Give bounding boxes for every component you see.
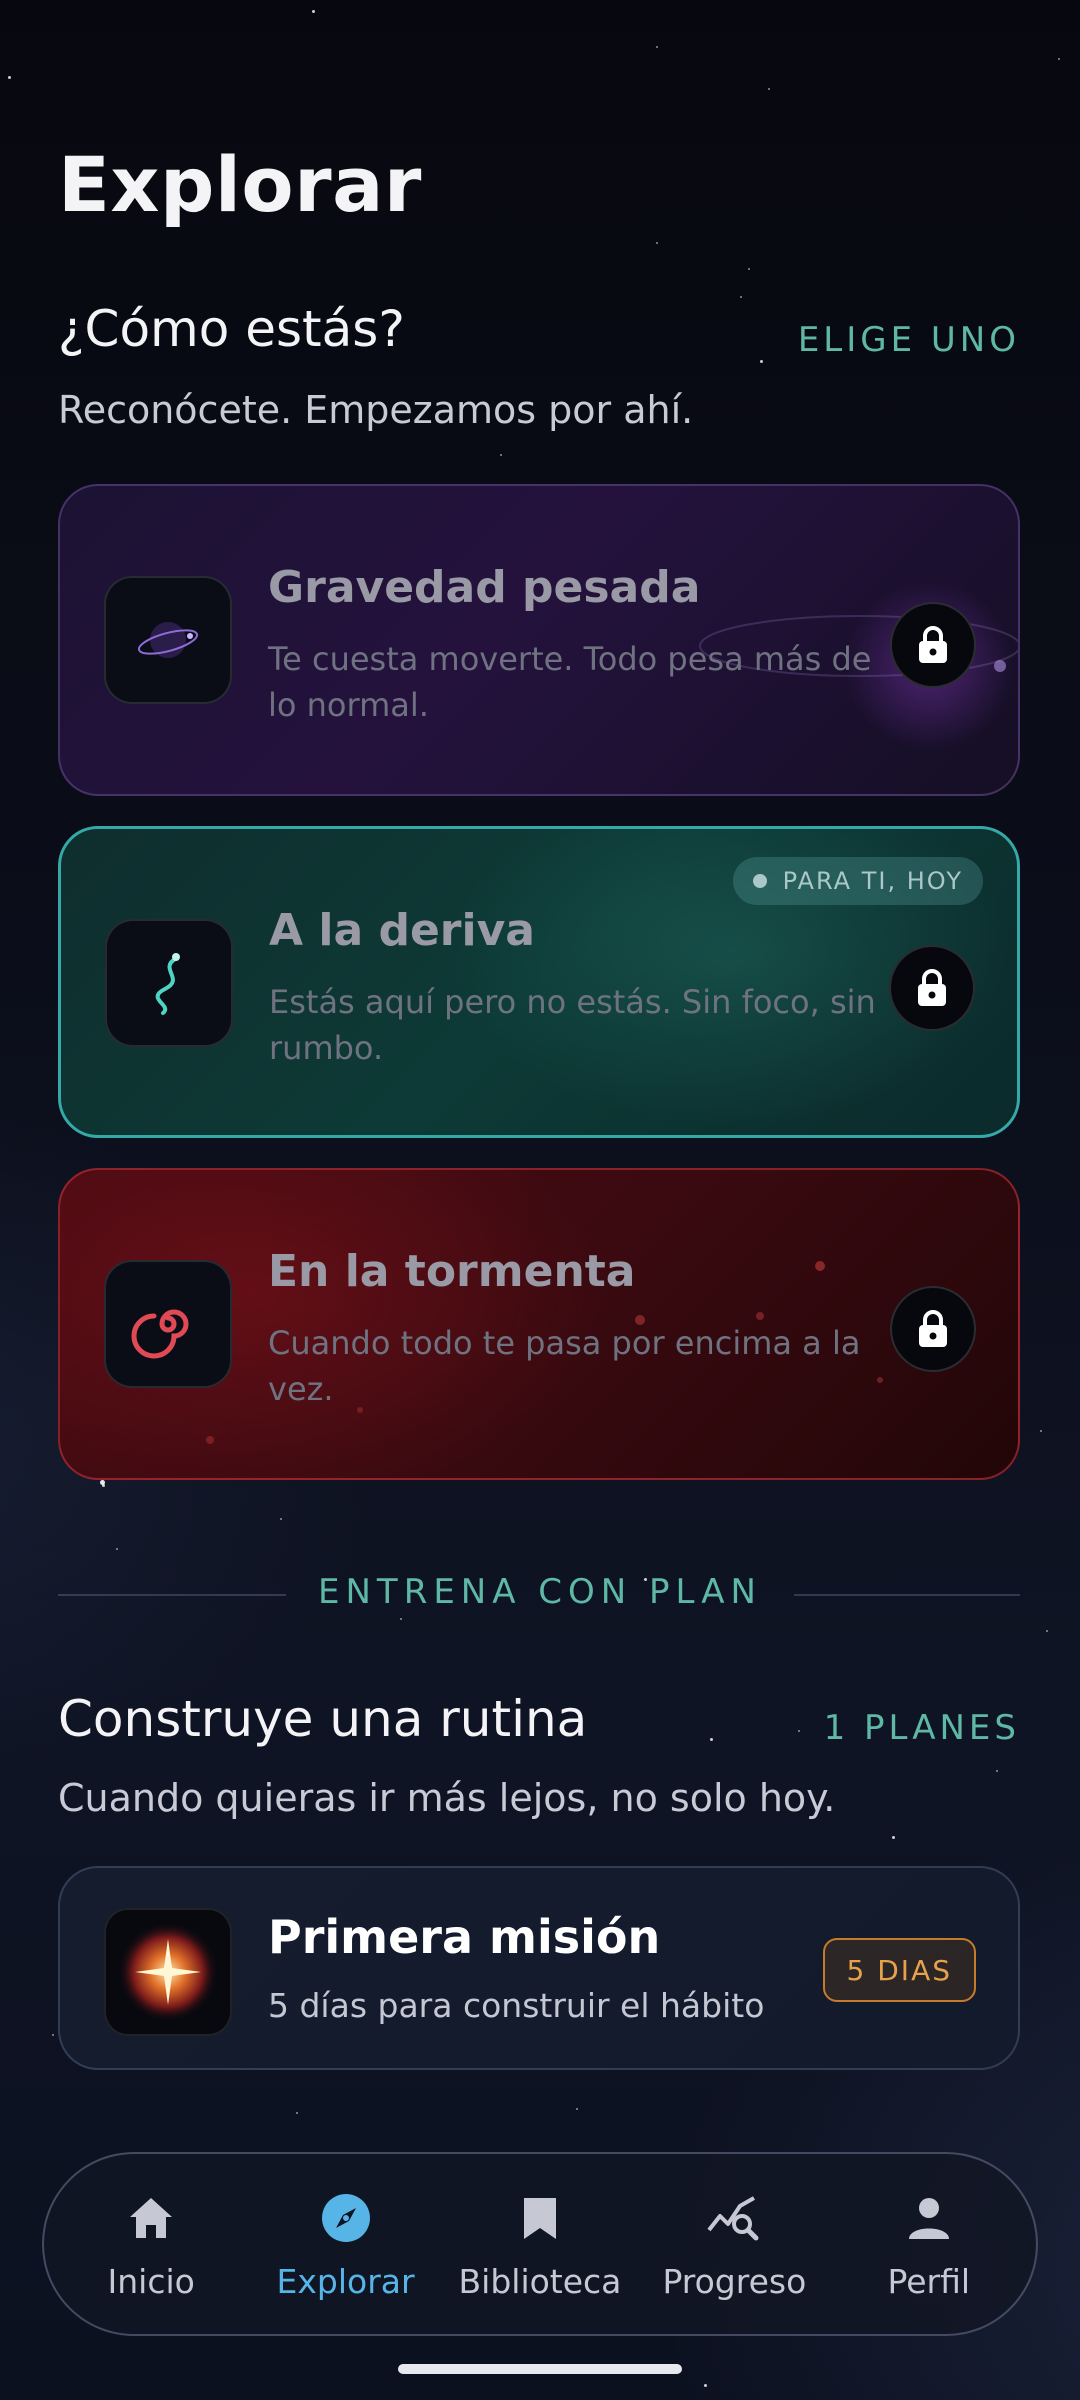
plans-section-subtitle: Cuando quieras ir más lejos, no solo hoy… — [58, 1776, 836, 1820]
plan-duration-badge: 5 DIAS — [822, 1938, 976, 2002]
nav-item-explorar[interactable]: Explorar — [251, 2188, 441, 2301]
nav-item-perfil[interactable]: Perfil — [834, 2188, 1024, 2301]
page-title: Explorar — [58, 140, 422, 229]
lock-icon[interactable] — [890, 602, 976, 688]
card-title: En la tormenta — [268, 1246, 636, 1297]
person-icon — [899, 2188, 959, 2248]
card-description: Te cuesta moverte. Todo pesa más de lo n… — [268, 640, 872, 724]
mood-section-subtitle: Reconócete. Empezamos por ahí. — [58, 388, 694, 432]
plans-count-link[interactable]: 1 PLANES — [824, 1708, 1020, 1748]
card-title: Gravedad pesada — [268, 562, 701, 613]
lock-icon[interactable] — [889, 945, 975, 1031]
mood-card-a-la-deriva[interactable]: PARA TI, HOY A la deriva Estás aquí pero… — [58, 826, 1020, 1138]
home-indicator[interactable] — [398, 2364, 682, 2374]
card-description: Estás aquí pero no estás. Sin foco, sin … — [269, 983, 876, 1067]
nav-label: Perfil — [887, 2261, 971, 2301]
nav-label: Progreso — [662, 2261, 807, 2301]
choose-one-link[interactable]: ELIGE UNO — [798, 320, 1020, 360]
nav-item-progreso[interactable]: Progreso — [639, 2188, 829, 2301]
nav-label: Biblioteca — [458, 2261, 622, 2301]
card-title: A la deriva — [269, 905, 535, 956]
mood-card-en-la-tormenta[interactable]: En la tormenta Cuando todo te pasa por e… — [58, 1168, 1020, 1480]
plan-card-primera-mision[interactable]: Primera misión 5 días para construir el … — [58, 1866, 1020, 2070]
for-you-today-badge: PARA TI, HOY — [732, 857, 983, 905]
badge-label: PARA TI, HOY — [782, 867, 963, 895]
lock-icon[interactable] — [890, 1286, 976, 1372]
storm-spiral-icon — [104, 1260, 232, 1388]
bottom-nav: Inicio Explorar Biblioteca Progreso Perf… — [42, 2152, 1038, 2336]
bookmark-icon — [510, 2188, 570, 2248]
card-description: Cuando todo te pasa por encima a la vez. — [268, 1324, 861, 1408]
chart-search-icon — [704, 2188, 764, 2248]
planet-icon — [104, 576, 232, 704]
plan-title: Primera misión — [268, 1910, 661, 1964]
mood-card-gravedad-pesada[interactable]: Gravedad pesada Te cuesta moverte. Todo … — [58, 484, 1020, 796]
nav-item-biblioteca[interactable]: Biblioteca — [445, 2188, 635, 2301]
nav-label: Inicio — [107, 2261, 195, 2301]
plans-section-heading: Construye una rutina — [58, 1690, 588, 1748]
drift-icon — [105, 919, 233, 1047]
nav-item-inicio[interactable]: Inicio — [56, 2188, 246, 2301]
badge-dot-icon — [752, 874, 767, 888]
nav-label: Explorar — [276, 2261, 415, 2301]
train-with-plan-label: ENTRENA CON PLAN — [318, 1572, 762, 1612]
compass-icon — [316, 2188, 376, 2248]
home-icon — [121, 2188, 181, 2248]
mood-section-heading: ¿Cómo estás? — [58, 300, 405, 358]
star-burst-icon — [104, 1908, 232, 2036]
plan-description: 5 días para construir el hábito — [268, 1986, 765, 2025]
